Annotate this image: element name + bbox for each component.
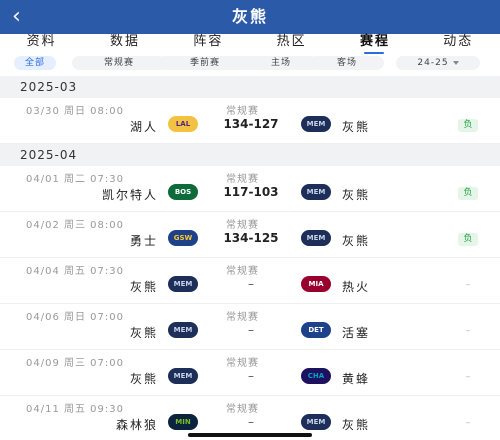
- away-team-name: 灰熊: [342, 188, 371, 202]
- game-score: –: [248, 323, 254, 337]
- game-type: 常规赛: [226, 220, 259, 231]
- filter-all[interactable]: 全部: [14, 56, 56, 70]
- game-score: –: [248, 369, 254, 383]
- game-row[interactable]: 04/06 周日 07:00 常规赛灰熊 – 活塞 MEM DET –: [0, 304, 500, 350]
- game-type: 常规赛: [226, 312, 259, 323]
- away-team-logo: DET: [301, 322, 331, 338]
- result-badge: 负: [458, 119, 478, 132]
- home-team-name: 凯尔特人: [101, 188, 158, 202]
- away-team-logo: CHA: [301, 368, 331, 384]
- home-team-name: 灰熊: [129, 280, 158, 294]
- tab-profile[interactable]: 资料: [0, 34, 83, 54]
- away-team-logo: MEM: [301, 414, 331, 430]
- filter-away[interactable]: 客场: [310, 56, 384, 70]
- tab-bar: 资料 数据 阵容 热区 赛程 动态: [0, 34, 500, 54]
- filter-preseason[interactable]: 季前赛: [158, 56, 252, 70]
- result-badge: 负: [458, 233, 478, 246]
- away-team-name: 灰熊: [342, 418, 371, 432]
- result-badge: –: [465, 280, 471, 290]
- game-date: 04/09 周三 07:00: [26, 358, 124, 369]
- game-row[interactable]: 03/30 周日 08:00 常规赛湖人 134-127 灰熊 LAL MEM 负: [0, 98, 500, 144]
- home-team-logo: LAL: [168, 116, 198, 132]
- away-team-name: 黄蜂: [342, 372, 371, 386]
- away-team-name: 灰熊: [342, 120, 371, 134]
- tab-hotzone[interactable]: 热区: [250, 34, 333, 54]
- home-team-logo: BOS: [168, 184, 198, 200]
- game-score: 117-103: [223, 185, 279, 199]
- game-score: 134-125: [223, 231, 279, 245]
- home-team-logo: GSW: [168, 230, 198, 246]
- home-team-logo: MIN: [168, 414, 198, 430]
- game-type: 常规赛: [226, 106, 259, 117]
- tab-news[interactable]: 动态: [417, 34, 500, 54]
- month-header: 2025-04: [0, 144, 500, 166]
- page-title: 灰熊: [231, 7, 268, 26]
- result-badge: 负: [458, 187, 478, 200]
- tab-stats[interactable]: 数据: [83, 34, 166, 54]
- home-indicator: [188, 433, 312, 437]
- home-team-logo: MEM: [168, 368, 198, 384]
- home-team-name: 灰熊: [129, 326, 158, 340]
- top-bar: ‹ 灰熊: [0, 0, 500, 34]
- home-team-name: 灰熊: [129, 372, 158, 386]
- game-score: –: [248, 277, 254, 291]
- away-team-name: 活塞: [342, 326, 371, 340]
- schedule-list: 2025-03 03/30 周日 08:00 常规赛 湖人 134-127 灰熊 LAL ME…: [0, 76, 500, 440]
- game-score: 134-127: [223, 117, 279, 131]
- game-date: 04/01 周二 07:30: [26, 174, 124, 185]
- home-team-name: 森林狼: [115, 418, 158, 432]
- game-row[interactable]: 04/09 周三 07:00 常规赛灰熊 – 黄蜂 MEM CHA –: [0, 350, 500, 396]
- tab-schedule[interactable]: 赛程: [333, 34, 416, 54]
- filter-home[interactable]: 主场: [244, 56, 318, 70]
- result-badge: –: [465, 372, 471, 382]
- away-team-name: 灰熊: [342, 234, 371, 248]
- season-label: 24-25: [417, 58, 449, 68]
- away-team-logo: MEM: [301, 184, 331, 200]
- game-type: 常规赛: [226, 174, 259, 185]
- game-row[interactable]: 04/01 周二 07:30 常规赛凯尔特人 117-103 灰熊 BOS MEM 负: [0, 166, 500, 212]
- result-badge: –: [465, 418, 471, 428]
- filter-bar: 全部 常规赛 季前赛 主场 客场 24-25: [0, 56, 500, 72]
- month-header: 2025-03: [0, 76, 500, 98]
- filter-regular-season[interactable]: 常规赛: [72, 56, 166, 70]
- game-date: 04/06 周日 07:00: [26, 312, 124, 323]
- game-date: 04/11 周五 09:30: [26, 404, 124, 415]
- chevron-down-icon: [452, 60, 459, 65]
- home-team-name: 湖人: [129, 120, 158, 134]
- home-team-name: 勇士: [129, 234, 158, 248]
- away-team-logo: MIA: [301, 276, 331, 292]
- active-tab-indicator: [364, 52, 384, 54]
- game-score: –: [248, 415, 254, 429]
- game-type: 常规赛: [226, 266, 259, 277]
- game-date: 04/02 周三 08:00: [26, 220, 124, 231]
- game-date: 04/04 周五 07:30: [26, 266, 124, 277]
- home-team-logo: MEM: [168, 276, 198, 292]
- tab-roster[interactable]: 阵容: [167, 34, 250, 54]
- away-team-logo: MEM: [301, 230, 331, 246]
- result-badge: –: [465, 326, 471, 336]
- away-team-logo: MEM: [301, 116, 331, 132]
- away-team-name: 热火: [342, 280, 371, 294]
- game-row[interactable]: 04/02 周三 08:00 常规赛勇士 134-125 灰熊 GSW MEM 负: [0, 212, 500, 258]
- game-type: 常规赛: [226, 404, 259, 415]
- game-type: 常规赛: [226, 358, 259, 369]
- season-select[interactable]: 24-25: [396, 56, 480, 70]
- game-row[interactable]: 04/04 周五 07:30 常规赛灰熊 – 热火 MEM MIA –: [0, 258, 500, 304]
- game-date: 03/30 周日 08:00: [26, 106, 124, 117]
- home-team-logo: MEM: [168, 322, 198, 338]
